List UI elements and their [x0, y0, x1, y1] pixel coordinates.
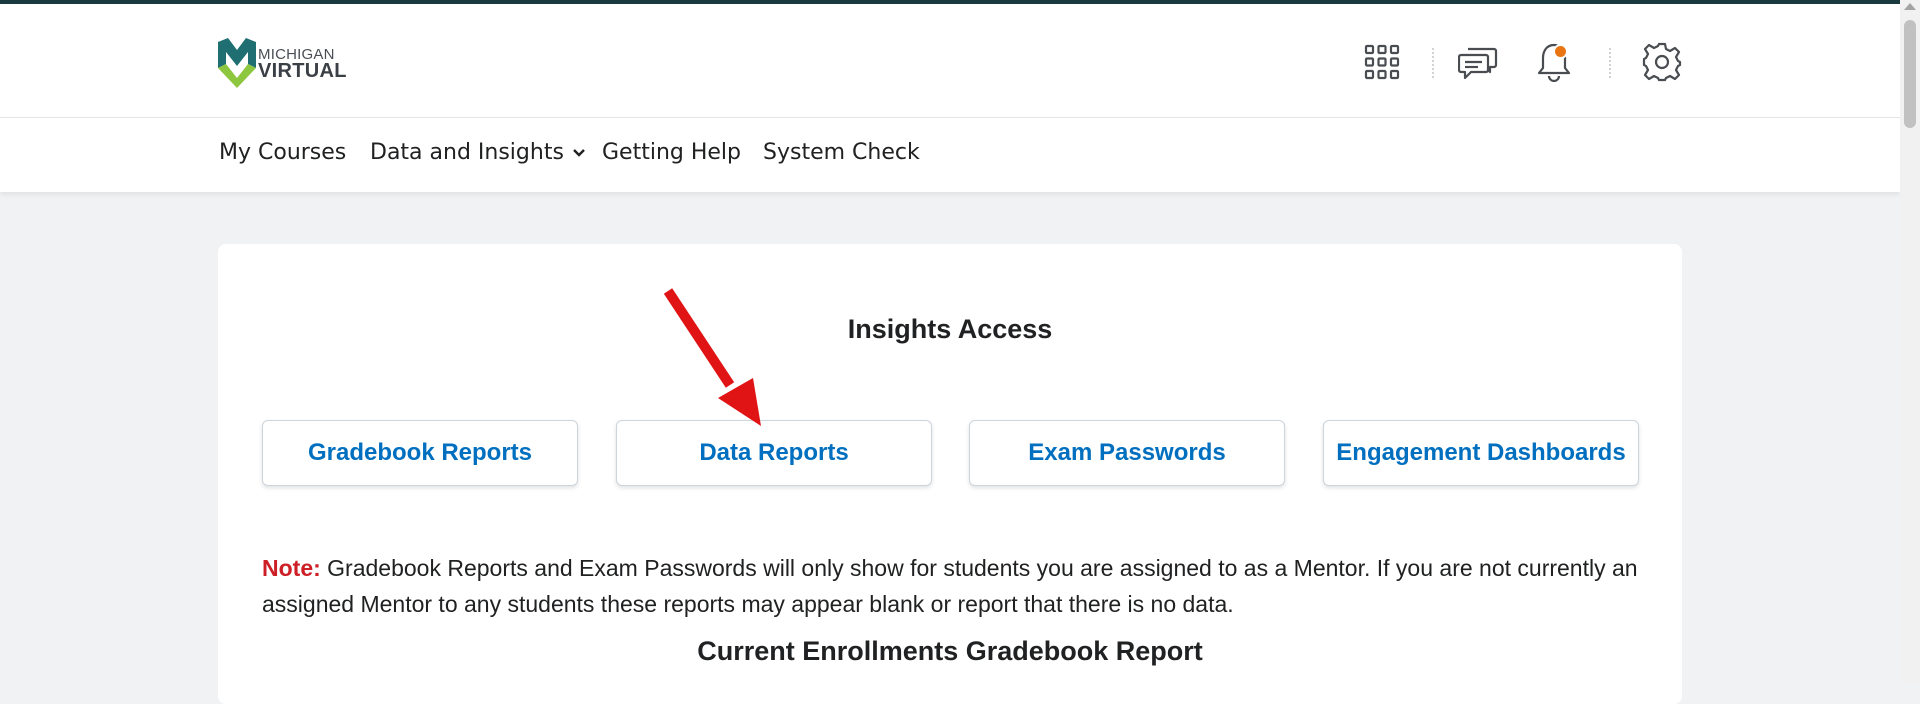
current-enrollments-title: Current Enrollments Gradebook Report [697, 636, 1203, 666]
note-label: Note: [262, 555, 321, 581]
engagement-dashboards-button[interactable]: Engagement Dashboards [1323, 420, 1639, 486]
main-navigation: My Courses Data and Insights Getting Hel… [0, 118, 1900, 192]
insights-access-title: Insights Access [847, 314, 1053, 344]
red-arrow-annotation [663, 288, 761, 426]
apps-grid-icon[interactable] [1362, 42, 1402, 82]
exam-passwords-button[interactable]: Exam Passwords [969, 420, 1285, 486]
michigan-virtual-logo[interactable]: MICHIGAN VIRTUAL [218, 38, 358, 88]
nav-data-and-insights[interactable]: Data and Insights [370, 140, 586, 165]
note-text: Gradebook Reports and Exam Passwords wil… [262, 555, 1638, 617]
header-separator [1432, 48, 1434, 78]
nav-data-and-insights-label: Data and Insights [370, 140, 564, 165]
gear-icon[interactable] [1642, 42, 1682, 82]
insights-card: Insights Access Gradebook Reports Data R… [218, 244, 1682, 704]
nav-system-check[interactable]: System Check [763, 140, 920, 165]
chevron-down-icon [573, 149, 585, 157]
notification-dot [1553, 44, 1568, 59]
scroll-thumb[interactable] [1904, 20, 1916, 128]
logo-text-virtual: VIRTUAL [258, 60, 347, 82]
header-bar: MICHIGAN VIRTUAL [0, 4, 1900, 118]
mentor-note: Note: Gradebook Reports and Exam Passwor… [262, 550, 1642, 622]
nav-getting-help[interactable]: Getting Help [602, 140, 741, 165]
bell-icon[interactable] [1534, 42, 1574, 82]
logo-mark-icon [218, 38, 256, 88]
page-scrollbar[interactable] [1900, 0, 1920, 684]
gradebook-reports-button[interactable]: Gradebook Reports [262, 420, 578, 486]
nav-my-courses[interactable]: My Courses [219, 140, 346, 165]
header-separator [1609, 48, 1611, 78]
message-icon[interactable] [1458, 42, 1498, 82]
scroll-up-arrow-icon[interactable] [1904, 3, 1916, 10]
